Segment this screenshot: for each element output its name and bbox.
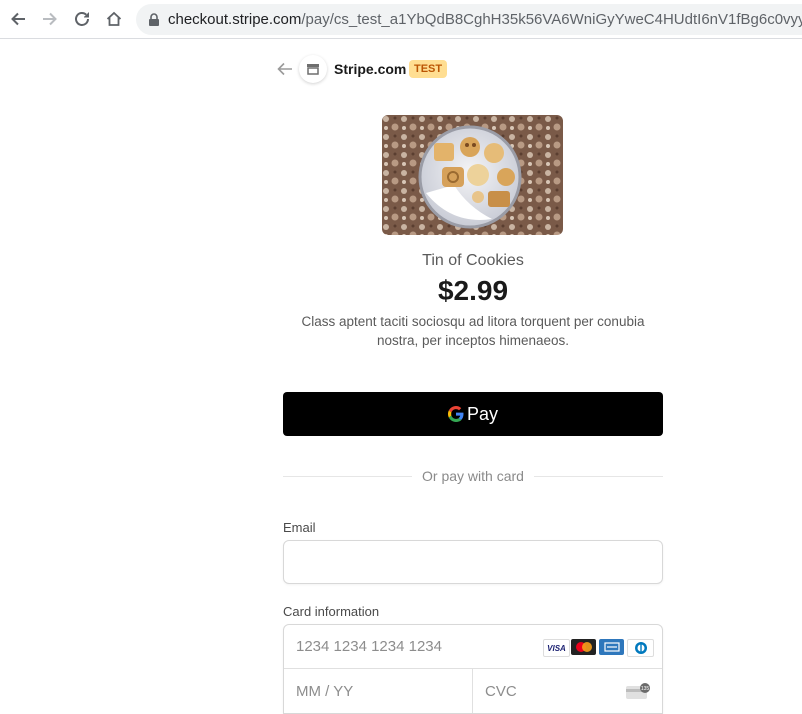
lock-icon: [148, 12, 160, 27]
product-price: $2.99: [437, 275, 509, 306]
divider-text: Or pay with card: [412, 468, 534, 484]
cvc-card-icon: 135: [626, 683, 652, 706]
url-host: checkout.stripe.com: [168, 11, 302, 28]
mastercard-icon: [571, 639, 596, 655]
browser-toolbar: checkout.stripe.com/pay/cs_test_a1YbQdB8…: [0, 0, 802, 39]
google-g-icon: [447, 406, 464, 422]
card-input-group: VISA 135: [283, 624, 663, 714]
visa-icon-text: VISA: [547, 643, 566, 653]
product-description: Class aptent taciti sociosqu ad litora t…: [301, 314, 645, 348]
visa-icon: VISA: [543, 639, 570, 657]
diners-club-icon: [627, 639, 654, 657]
reload-icon[interactable]: [71, 8, 93, 30]
card-info-label: Card information: [283, 604, 380, 619]
merchant-name: Stripe.com: [334, 61, 407, 77]
google-pay-button[interactable]: Pay: [283, 392, 663, 436]
test-mode-badge: TEST: [409, 60, 448, 78]
address-bar[interactable]: checkout.stripe.com/pay/cs_test_a1YbQdB8…: [136, 4, 802, 35]
product-image: [382, 115, 563, 235]
amex-icon: [599, 639, 624, 655]
back-icon[interactable]: [275, 60, 295, 78]
google-pay-label: Pay: [466, 403, 499, 424]
product-name: Tin of Cookies: [422, 252, 524, 269]
expiry-field[interactable]: [284, 669, 473, 713]
forward-arrow-icon[interactable]: [39, 8, 61, 30]
home-icon[interactable]: [103, 8, 125, 30]
store-icon: [299, 55, 327, 83]
back-arrow-icon[interactable]: [7, 8, 29, 30]
email-field[interactable]: [283, 540, 663, 584]
email-label: Email: [283, 520, 316, 535]
url-path: /pay/cs_test_a1YbQdB8CghH35k56VA6WniGyYw…: [301, 11, 802, 28]
cvc-icon-text: 135: [641, 686, 650, 692]
